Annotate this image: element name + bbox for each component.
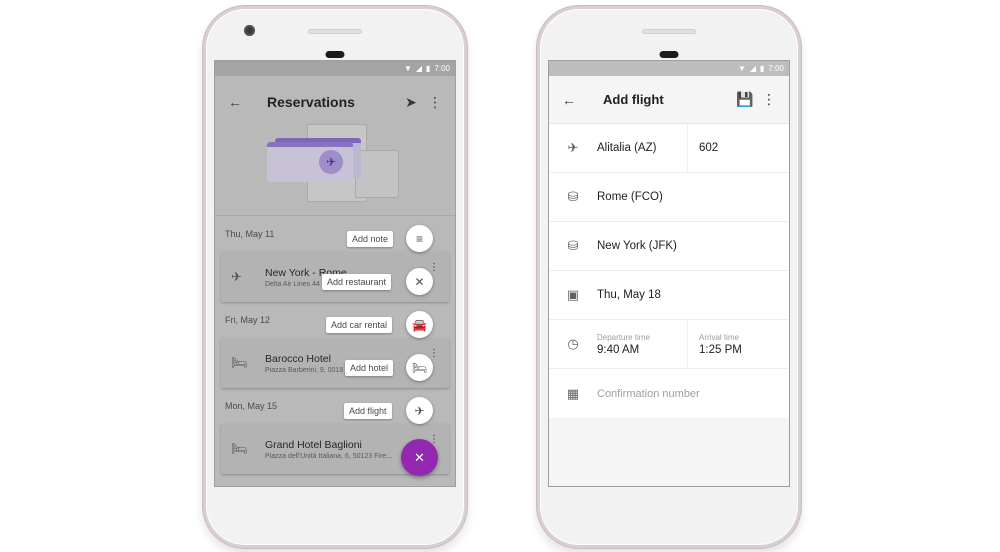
arrival-airport-value: New York (JFK): [597, 240, 677, 252]
hotel-icon: 🛏: [231, 355, 248, 370]
proximity-sensor: [659, 51, 679, 58]
reservation-title: Grand Hotel Baglioni: [265, 438, 362, 451]
more-vert-icon[interactable]: ⋮: [429, 348, 439, 359]
departure-time-value: 9:40 AM: [597, 343, 640, 356]
reservations-screen: ▼ ◢ ▮ 7:00 ← Reservations ➤ ⋮ ✈ Thu, May…: [214, 60, 456, 487]
flight-icon[interactable]: ✈: [406, 397, 433, 424]
flight-number-value: 602: [699, 142, 719, 154]
add-restaurant-label[interactable]: Add restaurant: [322, 274, 392, 290]
hotel-icon: 🛏: [231, 441, 248, 456]
confirmation-number-placeholder: Confirmation number: [597, 387, 700, 400]
signal-icon: ◢: [415, 64, 423, 73]
arrival-airport-field[interactable]: ⛁ New York (JFK): [549, 222, 789, 271]
signal-icon: ◢: [749, 64, 757, 73]
arrival-time-value: 1:25 PM: [699, 343, 742, 356]
status-bar: ▼ ◢ ▮ 7:00: [215, 61, 455, 76]
proximity-sensor: [325, 51, 345, 58]
app-bar: ← Reservations ➤ ⋮: [215, 76, 455, 128]
airline-field[interactable]: Alitalia (AZ): [597, 124, 687, 172]
wifi-icon: ▼: [737, 64, 746, 73]
date-value: Thu, May 18: [597, 289, 661, 301]
status-bar: ▼ ◢ ▮ 7:00: [549, 61, 789, 76]
times-row: ◷ Departure time 9:40 AM Arrival time 1:…: [549, 320, 789, 369]
restaurant-icon[interactable]: ✕: [406, 268, 433, 295]
add-flight-screen: ▼ ◢ ▮ 7:00 ← Add flight 💾 ⋮ ✈ Alitalia (…: [548, 60, 790, 487]
car-icon[interactable]: 🚘: [406, 311, 433, 338]
send-icon[interactable]: ➤: [399, 90, 423, 114]
flight-land-icon: ⛁: [567, 238, 579, 253]
ticket-icon: ▦: [566, 385, 580, 401]
departure-time-label: Departure time: [597, 332, 650, 342]
confirmation-number-field[interactable]: ▦ Confirmation number: [549, 369, 789, 418]
notes-icon[interactable]: ≡: [406, 225, 433, 252]
wifi-icon: ▼: [403, 64, 412, 73]
save-icon[interactable]: 💾: [733, 88, 757, 112]
calendar-icon: ▣: [566, 287, 580, 302]
page-title: Reservations: [267, 94, 355, 110]
flight-takeoff-icon: ⛁: [567, 189, 579, 204]
status-time: 7:00: [768, 64, 784, 73]
airline-value: Alitalia (AZ): [597, 142, 657, 154]
more-vert-icon[interactable]: ⋮: [423, 90, 447, 114]
status-time: 7:00: [434, 64, 450, 73]
back-icon[interactable]: ←: [557, 88, 581, 112]
battery-icon: ▮: [760, 64, 765, 73]
reservation-subtitle: Piazza Barberini, 9, 0018: [265, 366, 344, 374]
departure-airport-field[interactable]: ⛁ Rome (FCO): [549, 173, 789, 222]
flight-number-field[interactable]: 602: [687, 124, 789, 172]
speaker-grille: [308, 29, 362, 34]
plane-badge-icon: ✈: [319, 150, 343, 174]
add-hotel-label[interactable]: Add hotel: [345, 360, 394, 376]
front-camera: [244, 25, 255, 36]
receipt-illustration: [355, 150, 399, 198]
speaker-grille: [642, 29, 696, 34]
arrival-time-label: Arrival time: [699, 332, 740, 342]
flight-icon: ✈: [231, 269, 242, 284]
app-bar: ← Add flight 💾 ⋮: [549, 76, 789, 124]
arrival-time-field[interactable]: Arrival time 1:25 PM: [687, 320, 789, 368]
date-field[interactable]: ▣ Thu, May 18: [549, 271, 789, 320]
page-title: Add flight: [603, 92, 664, 107]
airline-row: ✈ Alitalia (AZ) 602: [549, 124, 789, 173]
more-vert-icon[interactable]: ⋮: [429, 262, 439, 273]
departure-airport-value: Rome (FCO): [597, 191, 663, 203]
add-note-label[interactable]: Add note: [347, 231, 394, 247]
hero-illustration: ✈: [215, 124, 455, 216]
battery-icon: ▮: [426, 64, 431, 73]
departure-time-field[interactable]: Departure time 9:40 AM: [597, 320, 687, 368]
reservation-subtitle: Piazza dell'Unità Italiana, 6, 50123 Fir…: [265, 452, 393, 460]
back-icon[interactable]: ←: [223, 90, 247, 114]
hotel-icon[interactable]: 🛏: [406, 354, 433, 381]
phone-right: ▼ ◢ ▮ 7:00 ← Add flight 💾 ⋮ ✈ Alitalia (…: [537, 6, 801, 548]
flight-icon: ✈: [567, 140, 579, 155]
close-fab-button[interactable]: ✕: [401, 439, 438, 476]
flight-form: ✈ Alitalia (AZ) 602 ⛁ Rome (FCO) ⛁ New Y…: [549, 124, 789, 418]
more-vert-icon[interactable]: ⋮: [757, 88, 781, 112]
phone-left: ▼ ◢ ▮ 7:00 ← Reservations ➤ ⋮ ✈ Thu, May…: [203, 6, 467, 548]
add-flight-label[interactable]: Add flight: [344, 403, 392, 419]
add-car-rental-label[interactable]: Add car rental: [326, 317, 393, 333]
reservation-title: Barocco Hotel: [265, 352, 331, 365]
clock-icon: ◷: [567, 336, 579, 351]
